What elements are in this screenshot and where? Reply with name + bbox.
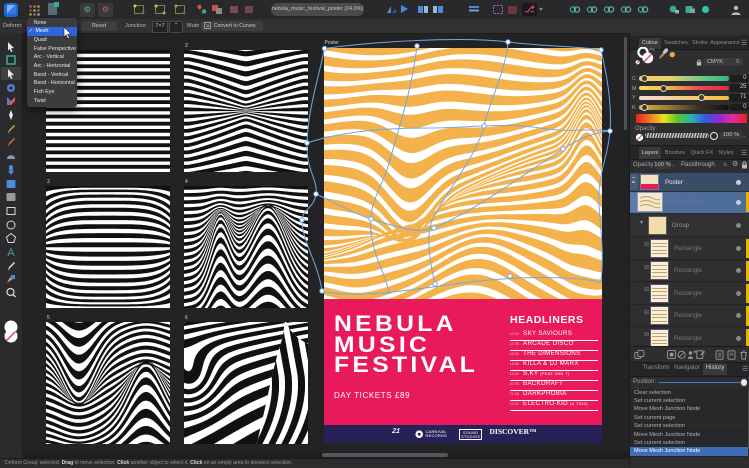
svg-text:A: A (7, 247, 15, 258)
